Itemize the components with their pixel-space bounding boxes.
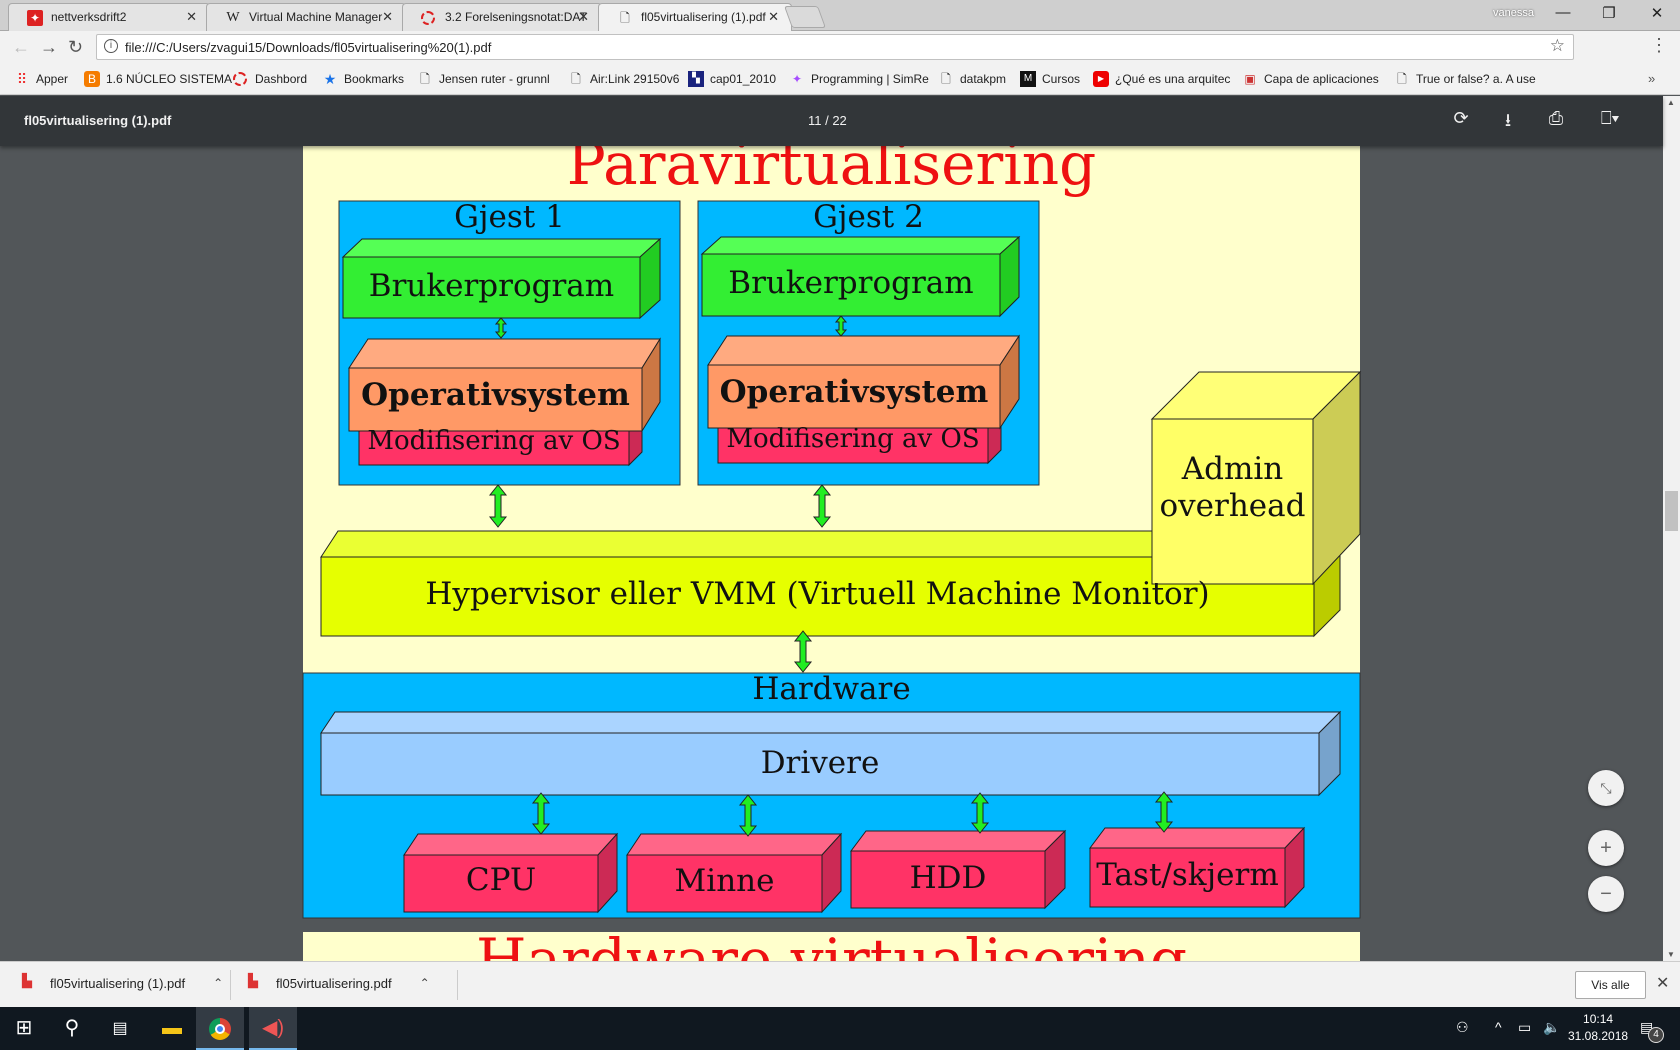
device-label-cpu: CPU — [465, 862, 537, 898]
guest-2-label: Gjest 2 — [813, 199, 924, 235]
pdf-filename: fl05virtualisering (1).pdf — [24, 113, 172, 128]
guest-1-label: Gjest 1 — [454, 199, 565, 235]
bookmark-dropdown-icon[interactable]: ⎕▾ — [1590, 108, 1630, 129]
device-label-hdd: HDD — [909, 860, 987, 896]
arrow-g1-hypervisor — [488, 484, 508, 528]
guest-1-mod-label: Modifisering av OS — [367, 426, 621, 456]
arrow-hypervisor-hardware — [793, 630, 813, 673]
device-label-minne: Minne — [674, 863, 775, 899]
device-label-tast: Tast/skjerm — [1096, 857, 1279, 893]
page-indicator[interactable]: 11 / 22 — [808, 113, 847, 128]
hardware-label: Hardware — [752, 671, 911, 707]
guest-2-os-label: Operativsystem — [719, 374, 989, 410]
rotate-icon[interactable]: ⟳ — [1447, 108, 1475, 129]
guest-2-mod-label: Modifisering av OS — [726, 424, 980, 454]
diagram-shapes — [302, 200, 1362, 919]
drivers-label: Drivere — [760, 745, 880, 781]
pdf-toolbar: fl05virtualisering (1).pdf 11 / 22 ⟳ ⭳ ⎙… — [0, 96, 1663, 146]
admin-overhead-label: Admin overhead — [1152, 451, 1313, 525]
admin-line-1: Admin — [1181, 451, 1284, 487]
admin-line-2: overhead — [1159, 488, 1306, 524]
arrow-g2-hypervisor — [812, 484, 832, 528]
hypervisor-label: Hypervisor eller VMM (Virtuell Machine M… — [425, 576, 1210, 612]
guest-1-os-label: Operativsystem — [361, 377, 630, 413]
print-icon[interactable]: ⎙ — [1542, 108, 1570, 129]
guest-2-app-label: Brukerprogram — [728, 265, 974, 301]
download-icon[interactable]: ⭳ — [1494, 108, 1522, 138]
guest-1-app-label: Brukerprogram — [368, 268, 615, 304]
